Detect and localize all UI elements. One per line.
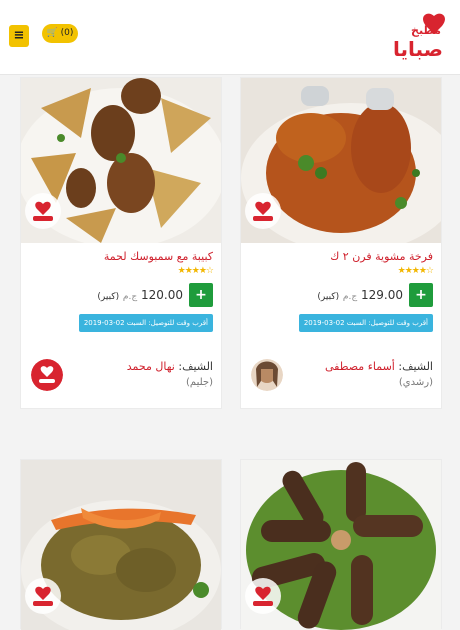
chef-avatar[interactable] <box>31 359 63 391</box>
chef-region: (رشدي) <box>398 377 433 388</box>
watermark-logo-icon <box>245 193 281 229</box>
product-price: 129.00 ج.م (كبير) <box>317 288 403 302</box>
price-size: (كبير) <box>317 292 340 302</box>
menu-icon[interactable]: ≡ <box>9 25 29 47</box>
product-card[interactable] <box>240 459 442 630</box>
logo-text-top: مطبخ <box>411 24 441 37</box>
chef-info: الشيف: أسماء مصطفى <box>325 360 433 373</box>
rating-stars: ★★★★☆ <box>397 266 434 276</box>
watermark-logo-icon <box>25 578 61 614</box>
chef-label: الشيف: <box>178 360 213 373</box>
rating-stars: ★★★★☆ <box>177 266 214 276</box>
price-size: (كبير) <box>97 292 120 302</box>
price-value: 120.00 <box>141 288 183 302</box>
price-currency: ج.م <box>122 292 138 302</box>
product-card[interactable]: كبيبة مع سمبوسك لحمة ★★★★☆ + 120.00 ج.م … <box>20 77 222 409</box>
logo-text-main: صبايا <box>393 37 443 61</box>
add-to-cart-button[interactable]: + <box>189 283 213 307</box>
chef-label: الشيف: <box>398 360 433 373</box>
chef-info: الشيف: نهال محمد <box>127 360 213 373</box>
site-logo[interactable]: مطبخ صبايا <box>390 12 452 62</box>
product-image-kofta[interactable] <box>241 460 441 630</box>
watermark-logo-icon <box>25 193 61 229</box>
chef-name-link[interactable]: نهال محمد <box>127 360 175 373</box>
product-image-kibbeh-sambousek[interactable] <box>21 78 221 243</box>
delivery-badge: أقرب وقت للتوصيل: السبت 02-03-2019 <box>78 314 213 332</box>
product-price: 120.00 ج.م (كبير) <box>97 288 183 302</box>
add-to-cart-button[interactable]: + <box>409 283 433 307</box>
watermark-logo-icon <box>245 578 281 614</box>
chef-name-link[interactable]: أسماء مصطفى <box>325 360 395 373</box>
product-title[interactable]: كبيبة مع سمبوسك لحمة <box>104 250 213 263</box>
chef-avatar[interactable] <box>251 359 283 391</box>
delivery-badge: أقرب وقت للتوصيل: السبت 02-03-2019 <box>298 314 433 332</box>
cart-button[interactable]: 🛒 (0) <box>42 24 78 43</box>
price-value: 129.00 <box>361 288 403 302</box>
product-image-stuffed-dish[interactable] <box>21 460 221 630</box>
product-card[interactable]: فرخة مشوية فرن ٢ ك ★★★★☆ + 129.00 ج.م (ك… <box>240 77 442 409</box>
price-currency: ج.م <box>342 292 358 302</box>
chef-region: (جليم) <box>186 377 213 388</box>
top-bar: ≡ 🛒 (0) مطبخ صبايا <box>0 0 460 75</box>
product-image-roast-chicken[interactable] <box>241 78 441 243</box>
product-title[interactable]: فرخة مشوية فرن ٢ ك <box>330 250 433 263</box>
product-card[interactable] <box>20 459 222 630</box>
